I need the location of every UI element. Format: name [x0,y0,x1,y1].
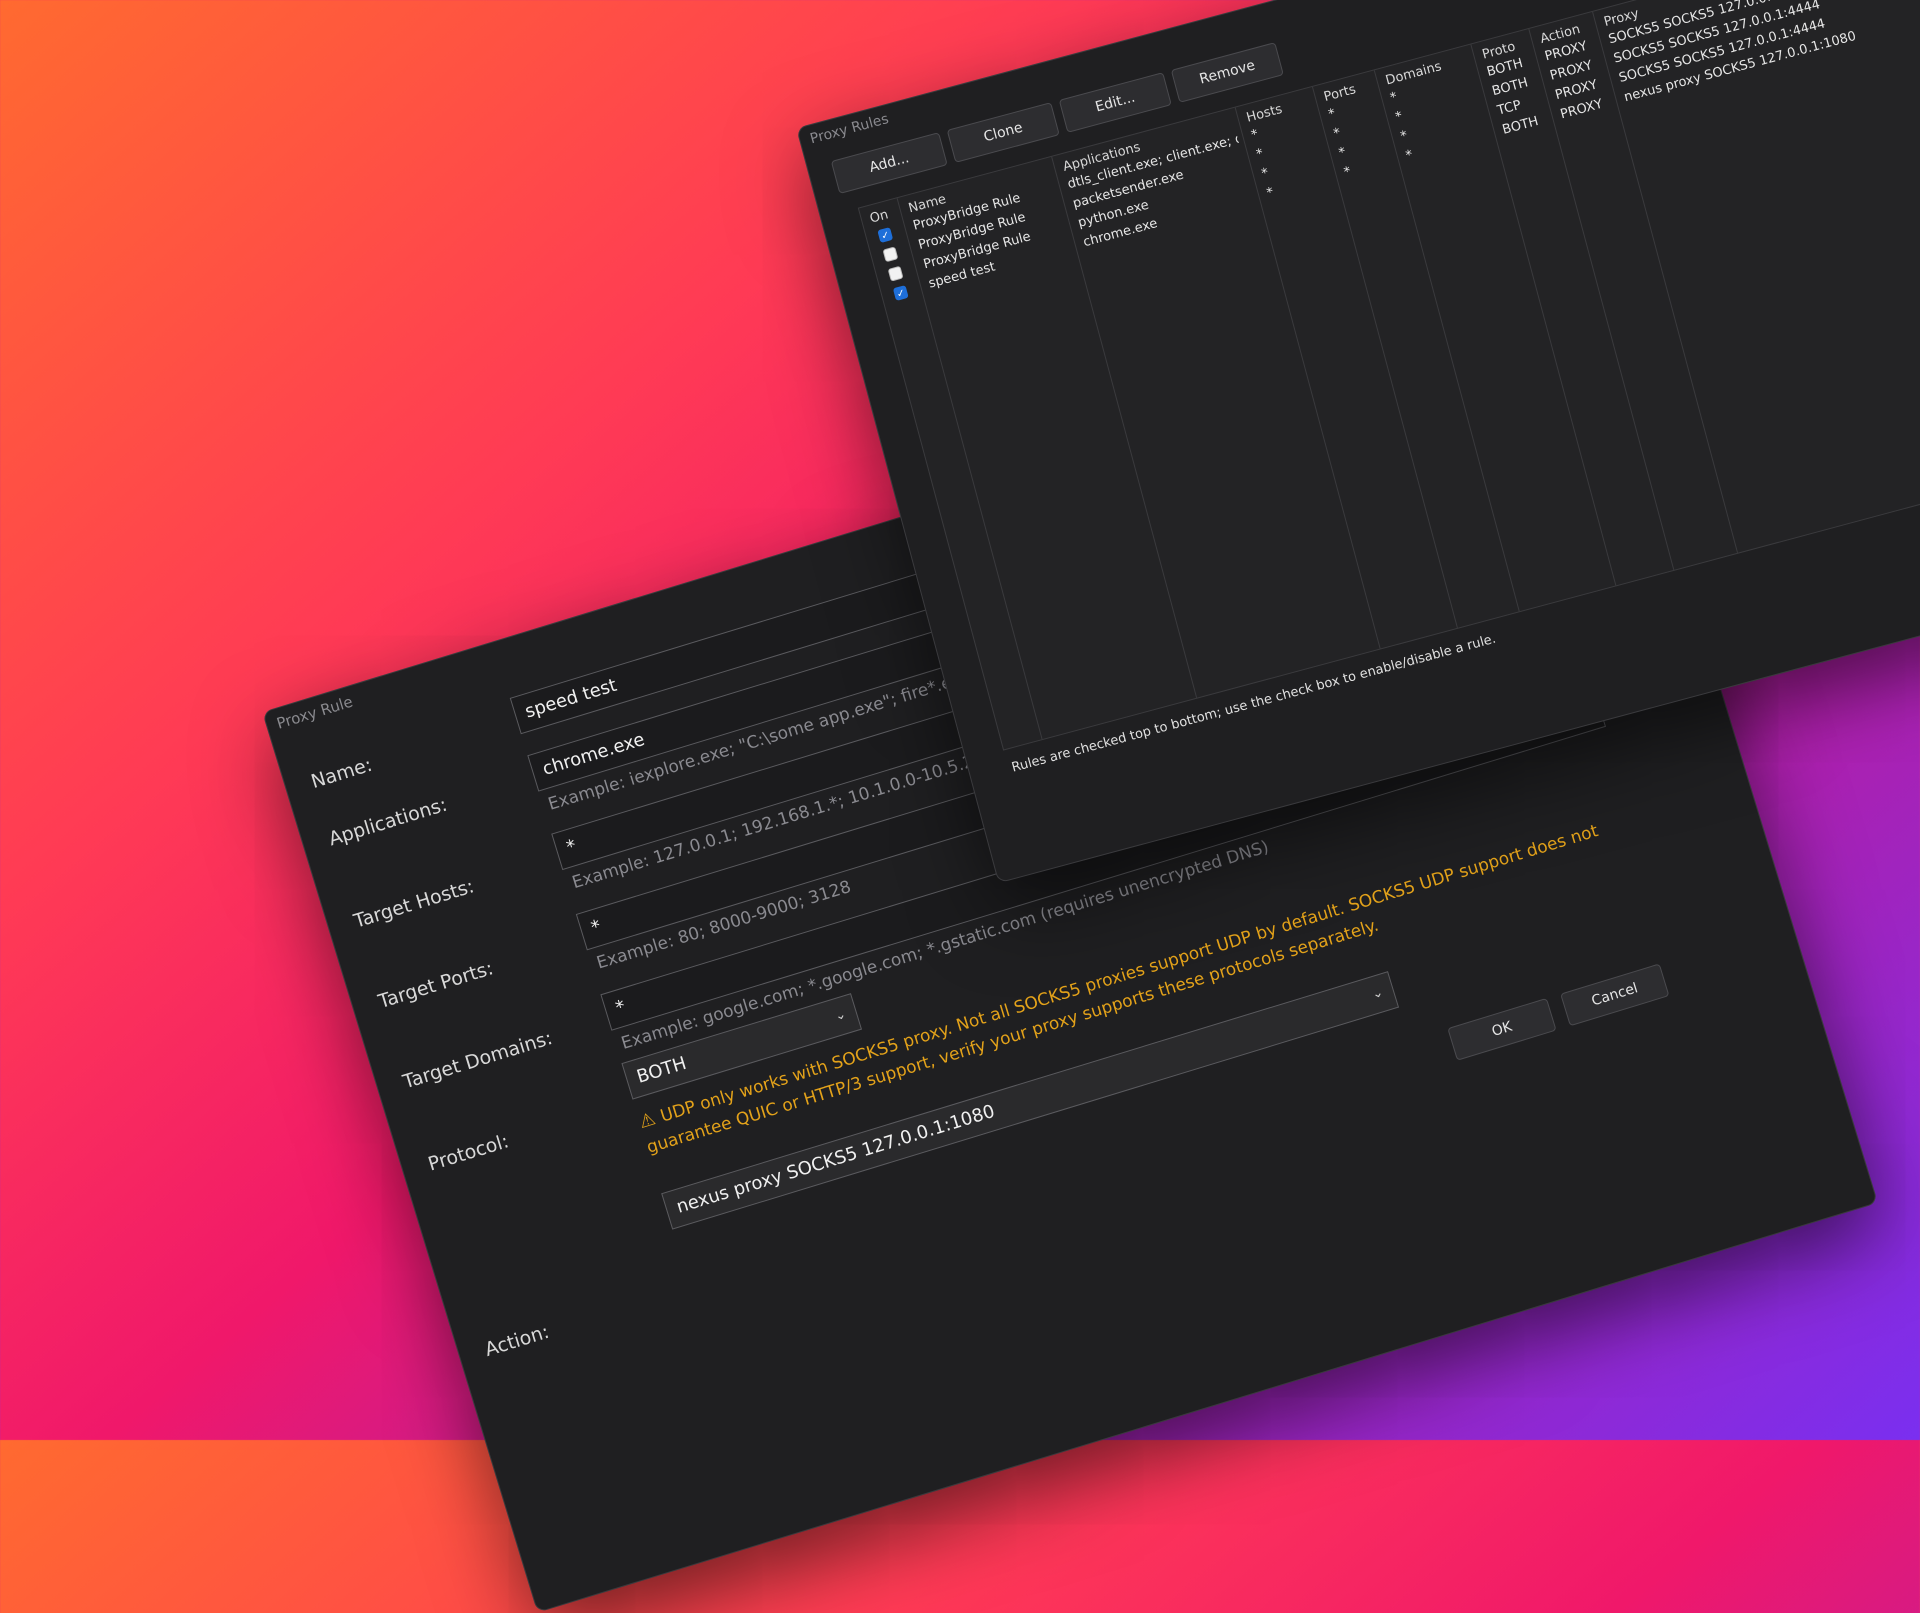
column-header-hosts: Hosts [1244,101,1284,126]
target-hosts-label: Target Hosts: [351,875,477,933]
table-cell[interactable]: * [1327,106,1337,122]
rule-2-enabled-checkbox[interactable] [882,246,899,263]
action-label: Action: [482,1320,552,1362]
protocol-label: Protocol: [425,1130,512,1176]
warning-icon: ⚠ [636,1108,659,1134]
rule-1-enabled-checkbox[interactable]: ✓ [877,227,894,244]
rule-3-enabled-checkbox[interactable] [887,265,904,282]
table-cell[interactable]: * [1265,185,1275,201]
chevron-down-icon: ⌄ [833,1006,849,1025]
applications-label: Applications: [326,793,450,851]
table-cell[interactable]: TCP [1496,98,1523,119]
table-cell[interactable]: * [1255,146,1265,162]
table-cell[interactable]: * [1399,128,1409,144]
add-rule-button[interactable]: Add... [830,132,948,194]
name-label: Name: [308,753,375,794]
ok-button[interactable]: OK [1447,997,1557,1061]
table-cell[interactable]: * [1332,126,1342,142]
chevron-down-icon: ⌄ [1370,984,1386,1003]
remove-rule-button[interactable]: Remove [1170,42,1284,103]
window-title: Proxy Rules [808,111,891,148]
table-cell[interactable]: * [1337,145,1347,161]
table-cell[interactable]: * [1260,166,1270,182]
dialog-title: Proxy Rule [274,692,355,733]
table-cell[interactable]: * [1404,148,1414,164]
column-header-on: On [868,207,890,227]
clone-rule-button[interactable]: Clone [946,102,1060,163]
cancel-button[interactable]: Cancel [1560,963,1670,1027]
rule-4-enabled-checkbox[interactable]: ✓ [892,285,909,301]
target-domains-label: Target Domains: [400,1027,555,1094]
table-cell[interactable]: * [1250,127,1260,143]
table-cell[interactable]: * [1342,164,1352,180]
column-header-domains: Domains [1384,59,1444,89]
table-cell[interactable]: * [1389,90,1399,106]
column-header-ports: Ports [1322,82,1358,106]
protocol-value: BOTH [634,1052,689,1088]
target-ports-label: Target Ports: [375,957,496,1013]
table-cell[interactable]: * [1394,109,1404,125]
table-cell[interactable]: BOTH [1490,75,1529,99]
table-cell[interactable]: BOTH [1501,114,1540,138]
edit-rule-button[interactable]: Edit... [1058,72,1172,133]
proxy-rules-window: Proxy Rules Add... Clone Edit... Remove … [796,0,1920,884]
